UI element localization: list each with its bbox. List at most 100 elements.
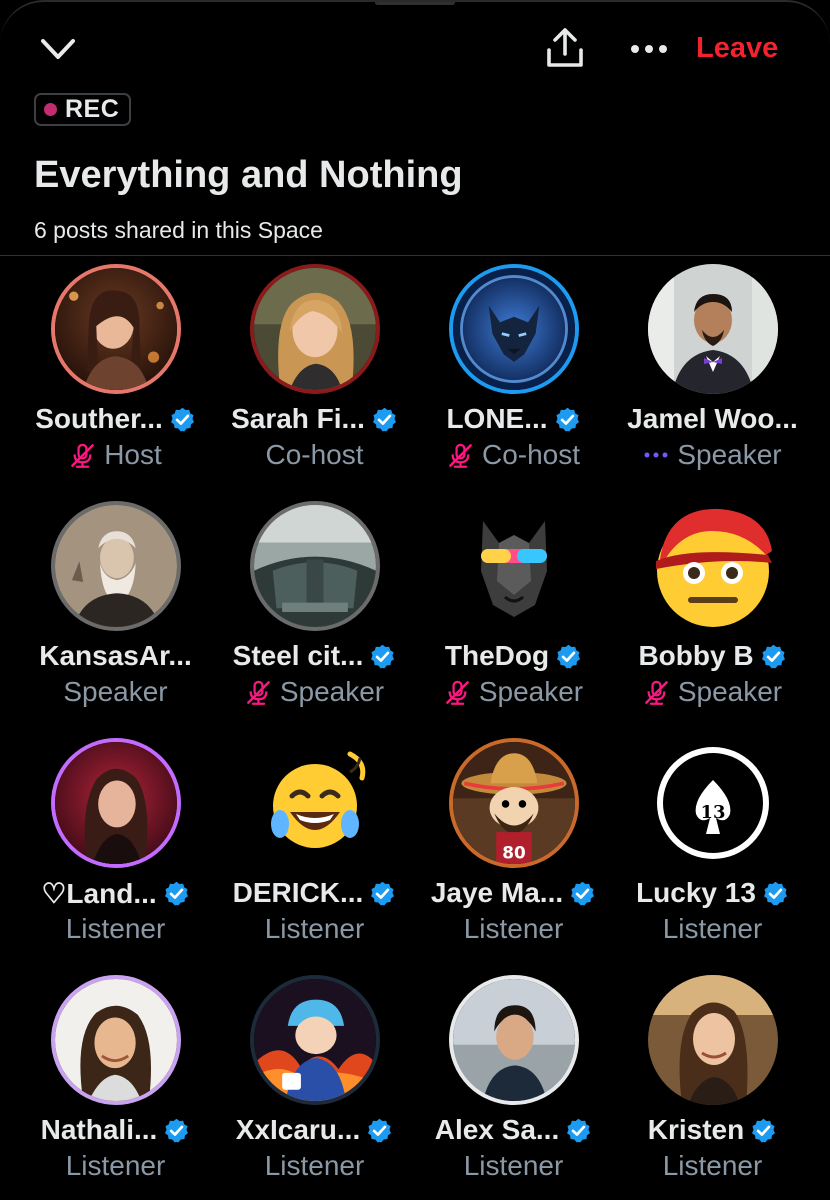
- participant-tile[interactable]: XxIcaru... Listener: [215, 975, 414, 1200]
- participant-tile[interactable]: Jamel Woo... Speaker: [613, 264, 812, 501]
- participant-tile[interactable]: Bobby B Speaker: [613, 501, 812, 738]
- participant-name: ♡Land...: [41, 877, 157, 909]
- verified-badge-icon: [557, 644, 581, 668]
- participant-tile[interactable]: Alex Sa... Listener: [414, 975, 613, 1200]
- space-sheet: Leave REC Everything and Nothing 6 posts…: [0, 0, 830, 1200]
- participant-name-row: DERICK...: [233, 876, 397, 910]
- participant-name-row: Bobby B: [638, 639, 786, 673]
- participant-role: Speaker: [478, 676, 584, 707]
- participant-name: Alex Sa...: [434, 1114, 560, 1145]
- participant-name-row: Souther...: [35, 402, 196, 436]
- participant-tile[interactable]: TheDog Speaker: [414, 501, 613, 738]
- participant-role-row: Co-host: [447, 438, 580, 472]
- participant-role: Listener: [463, 913, 564, 944]
- avatar[interactable]: [448, 975, 579, 1105]
- participant-tile[interactable]: ♡Land... Listener: [16, 738, 215, 975]
- avatar[interactable]: [50, 975, 181, 1105]
- participant-name-row: Nathali...: [41, 1113, 191, 1147]
- participant-name: Lucky 13: [636, 877, 756, 908]
- verified-badge-icon: [368, 1118, 392, 1142]
- participant-role-row: Listener: [265, 912, 365, 946]
- participant-name: DERICK...: [232, 877, 364, 908]
- verified-badge-icon: [170, 407, 194, 431]
- participant-role: Listener: [65, 913, 166, 944]
- participant-role: Listener: [65, 1150, 166, 1181]
- participant-tile[interactable]: DERICK... Listener: [215, 738, 414, 975]
- chevron-down-icon[interactable]: [38, 32, 78, 66]
- avatar[interactable]: [50, 264, 181, 394]
- participant-tile[interactable]: 80 Jaye Ma... Listener: [414, 738, 613, 975]
- participant-role-row: Listener: [464, 1149, 564, 1183]
- participant-role: Listener: [264, 1150, 365, 1181]
- recording-label: REC: [65, 95, 120, 123]
- avatar[interactable]: [648, 501, 778, 631]
- svg-text:13: 13: [700, 802, 725, 823]
- divider: [0, 255, 830, 256]
- verified-badge-icon: [763, 881, 787, 905]
- participant-tile[interactable]: Steel cit... Speaker: [215, 501, 414, 738]
- participant-tile[interactable]: 13 Lucky 13 Listener: [613, 738, 812, 975]
- space-title: Everything and Nothing: [34, 154, 463, 196]
- participant-name-row: ♡Land...: [41, 876, 189, 910]
- avatar[interactable]: [448, 264, 579, 394]
- avatar[interactable]: [250, 738, 380, 868]
- participant-name: XxIcaru...: [235, 1114, 361, 1145]
- participant-role: Listener: [662, 913, 763, 944]
- avatar[interactable]: [249, 264, 380, 394]
- avatar[interactable]: [647, 264, 778, 394]
- participant-role-row: Speaker: [643, 675, 782, 709]
- participant-name-row: LONE...: [446, 402, 580, 436]
- participant-name: KansasAr...: [39, 640, 192, 671]
- participant-tile[interactable]: Kristen Listener: [613, 975, 812, 1200]
- participant-role-row: Host: [69, 438, 162, 472]
- participant-role-row: Listener: [464, 912, 564, 946]
- participant-name-row: Jaye Ma...: [431, 876, 596, 910]
- participant-role: Listener: [264, 913, 365, 944]
- avatar[interactable]: 80: [448, 738, 579, 868]
- participant-tile[interactable]: Nathali... Listener: [16, 975, 215, 1200]
- participant-role: Listener: [463, 1150, 564, 1181]
- avatar[interactable]: 13: [647, 738, 778, 868]
- avatar[interactable]: [50, 501, 181, 631]
- svg-text:80: 80: [502, 842, 525, 862]
- avatar[interactable]: [249, 975, 380, 1105]
- shared-posts-link[interactable]: 6 posts shared in this Space: [34, 217, 323, 244]
- participant-role: Host: [104, 439, 162, 470]
- participant-role: Speaker: [677, 439, 782, 470]
- participant-name-row: Lucky 13: [636, 876, 789, 910]
- participant-tile[interactable]: LONE... Co-host: [414, 264, 613, 501]
- participant-tile[interactable]: Souther... Host: [16, 264, 215, 501]
- share-icon[interactable]: [544, 26, 586, 70]
- more-options-icon[interactable]: [628, 32, 670, 66]
- participant-role-row: Speaker: [444, 675, 583, 709]
- participant-name-row: Steel cit...: [233, 639, 397, 673]
- mic-off-icon: [246, 680, 270, 705]
- participant-name-row: Kristen: [648, 1113, 777, 1147]
- participant-tile[interactable]: KansasAr... Speaker: [16, 501, 215, 738]
- participant-name-row: Alex Sa...: [435, 1113, 593, 1147]
- participant-name: Jamel Woo...: [627, 403, 798, 434]
- participant-name-row: XxIcaru...: [236, 1113, 394, 1147]
- avatar[interactable]: [647, 975, 778, 1105]
- participant-tile[interactable]: Sarah Fi... Co-host: [215, 264, 414, 501]
- mic-off-icon: [71, 443, 95, 468]
- speaking-indicator-icon: [644, 452, 668, 458]
- verified-badge-icon: [165, 1118, 189, 1142]
- participant-role-row: Listener: [66, 1149, 166, 1183]
- leave-button[interactable]: Leave: [696, 28, 778, 68]
- verified-badge-icon: [372, 407, 396, 431]
- verified-badge-icon: [761, 644, 785, 668]
- mic-off-icon: [449, 443, 472, 468]
- participant-role-row: Speaker: [643, 438, 782, 472]
- avatar[interactable]: [448, 501, 579, 631]
- verified-badge-icon: [555, 407, 579, 431]
- participant-role-row: Listener: [663, 1149, 763, 1183]
- verified-badge-icon: [752, 1118, 776, 1142]
- participant-role: Speaker: [63, 676, 168, 707]
- avatar[interactable]: [249, 501, 380, 631]
- avatar[interactable]: [50, 738, 181, 868]
- participants-grid: Souther... Host Sarah Fi... Co-host LONE... C…: [16, 264, 812, 1200]
- participant-role: Speaker: [677, 676, 783, 707]
- participant-name: Steel cit...: [232, 640, 364, 671]
- participant-name: Nathali...: [40, 1114, 158, 1145]
